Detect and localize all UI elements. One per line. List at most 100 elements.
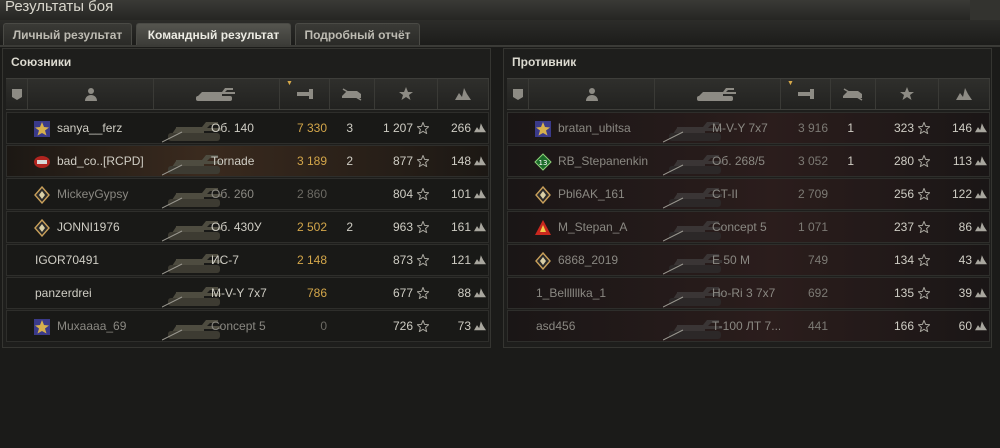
xp-value: 135 [893, 286, 914, 300]
damage-value: 2 148 [296, 253, 327, 267]
damage-value: 2 860 [296, 187, 327, 201]
rating-value: 113 [952, 154, 972, 168]
rating-icon [975, 288, 987, 298]
enemies-header-player[interactable] [529, 79, 655, 109]
xp-value: 877 [392, 154, 413, 168]
rating-icon [975, 321, 987, 331]
rating-value: 122 [951, 187, 972, 201]
rating-icon [474, 288, 486, 298]
xp-value: 963 [392, 220, 413, 234]
player-name: MickeyGypsy [57, 187, 129, 201]
damage-icon [296, 89, 313, 99]
enemies-column-header: ▼ [507, 78, 990, 110]
allies-header-xp-star[interactable] [375, 79, 438, 109]
allies-header-platoon[interactable] [6, 79, 28, 109]
clan-emblem-red-icon [34, 156, 50, 168]
tab-team-result[interactable]: Командный результат [136, 23, 291, 45]
enemies-player-row[interactable]: Pbl6AK_161 CT-II 2 709 256 122 [507, 178, 990, 210]
rating-value: 161 [450, 220, 471, 234]
enemies-player-row[interactable]: 6868_2019 E 50 M 749 134 43 [507, 244, 990, 276]
tank-icon [195, 88, 235, 101]
player-icon [585, 88, 598, 101]
tank-name: T-100 ЛТ 7... [712, 319, 780, 333]
tab-personal-result[interactable]: Личный результат [3, 23, 132, 45]
damage-value: 0 [320, 319, 327, 333]
rating-value: 121 [450, 253, 471, 267]
sort-indicator-icon: ▼ [787, 80, 794, 87]
allies-player-row[interactable]: panzerdrei M-V-Y 7x7 786 677 88 [6, 277, 489, 309]
xp-star-icon [417, 122, 429, 134]
allies-player-row[interactable]: IGOR70491 ИС-7 2 148 873 121 [6, 244, 489, 276]
allies-header-damage[interactable]: ▼ [280, 79, 330, 109]
enemies-header-platoon[interactable] [507, 79, 529, 109]
xp-star-icon [399, 87, 413, 100]
xp-value: 1 207 [382, 121, 413, 135]
tank-name: Tornade [211, 154, 255, 168]
rating-icon [975, 222, 987, 232]
allies-header-kills[interactable] [330, 79, 375, 109]
tank-icon [696, 88, 736, 101]
enemies-header-xp-star[interactable] [876, 79, 939, 109]
kills-value: 1 [847, 154, 854, 168]
tank-name: Об. 268/5 [712, 154, 765, 168]
rating-value: 73 [457, 319, 471, 333]
enemies-header-kills[interactable] [831, 79, 876, 109]
xp-star-icon [918, 221, 930, 233]
xp-value: 323 [893, 121, 914, 135]
allies-header-tank[interactable] [154, 79, 280, 109]
xp-value: 804 [392, 187, 413, 201]
xp-star-icon [918, 122, 930, 134]
window-control[interactable] [970, 0, 1000, 20]
rating-icon [455, 88, 471, 100]
allies-player-row[interactable]: Muxaaaa_69 Concept 5 0 726 73 [6, 310, 489, 342]
rating-value: 88 [457, 286, 471, 300]
kills-value: 3 [346, 121, 353, 135]
player-name: bratan_ubitsa [558, 121, 631, 135]
player-icon [84, 88, 97, 101]
rating-value: 43 [958, 253, 972, 267]
allies-player-row[interactable]: MickeyGypsy Об. 260 2 860 804 101 [6, 178, 489, 210]
enemies-player-row[interactable]: asd456 T-100 ЛТ 7... 441 166 60 [507, 310, 990, 342]
clan-emblem-icon [535, 121, 551, 137]
rating-icon [474, 156, 486, 166]
rating-icon [474, 123, 486, 133]
enemies-player-row[interactable]: 1_Bellllllka_1 Ho-Ri 3 7x7 692 135 39 [507, 277, 990, 309]
damage-value: 1 071 [797, 220, 828, 234]
enemies-header-tank[interactable] [655, 79, 781, 109]
rank-13-icon: 13 [534, 153, 552, 171]
rating-icon [975, 156, 987, 166]
player-name: 6868_2019 [558, 253, 619, 267]
player-name: JONNI1976 [57, 220, 120, 234]
damage-value: 2 709 [797, 187, 828, 201]
tab-detailed-report[interactable]: Подробный отчёт [295, 23, 420, 45]
kills-icon [843, 88, 863, 101]
damage-value: 7 330 [296, 121, 327, 135]
allies-header-player[interactable] [28, 79, 154, 109]
tank-name: M-V-Y 7x7 [712, 121, 768, 135]
player-name: 1_Bellllllka_1 [536, 286, 607, 300]
damage-value: 749 [807, 253, 828, 267]
allies-player-row[interactable]: sanya__ferz Об. 140 7 330 3 1 207 266 [6, 112, 489, 144]
tank-name: Об. 260 [211, 187, 254, 201]
enemies-header-rating[interactable] [939, 79, 990, 109]
enemies-player-row[interactable]: bratan_ubitsa M-V-Y 7x7 3 916 1 323 146 [507, 112, 990, 144]
tank-name: Concept 5 [712, 220, 767, 234]
allies-player-row[interactable]: bad_co..[RCPD] Tornade 3 189 2 877 148 [6, 145, 489, 177]
enemies-header-damage[interactable]: ▼ [781, 79, 831, 109]
player-name: bad_co..[RCPD] [57, 154, 144, 168]
xp-star-icon [918, 155, 930, 167]
allies-player-row[interactable]: JONNI1976 Об. 430У 2 502 2 963 161 [6, 211, 489, 243]
enemies-player-row[interactable]: 13 RB_Stepanenkin Об. 268/5 3 052 1 280 113 [507, 145, 990, 177]
damage-value: 441 [807, 319, 828, 333]
kills-value: 2 [346, 154, 353, 168]
allies-header-rating[interactable] [438, 79, 489, 109]
xp-value: 873 [392, 253, 413, 267]
tab-bar: Личный результат Командный результат Под… [0, 20, 1000, 47]
player-name: IGOR70491 [35, 253, 100, 267]
xp-star-icon [918, 188, 930, 200]
svg-text:13: 13 [539, 159, 548, 167]
enemies-player-row[interactable]: M_Stepan_A Concept 5 1 071 237 86 [507, 211, 990, 243]
title-bar: Результаты боя [0, 0, 1000, 20]
damage-value: 3 189 [296, 154, 327, 168]
xp-star-icon [417, 221, 429, 233]
